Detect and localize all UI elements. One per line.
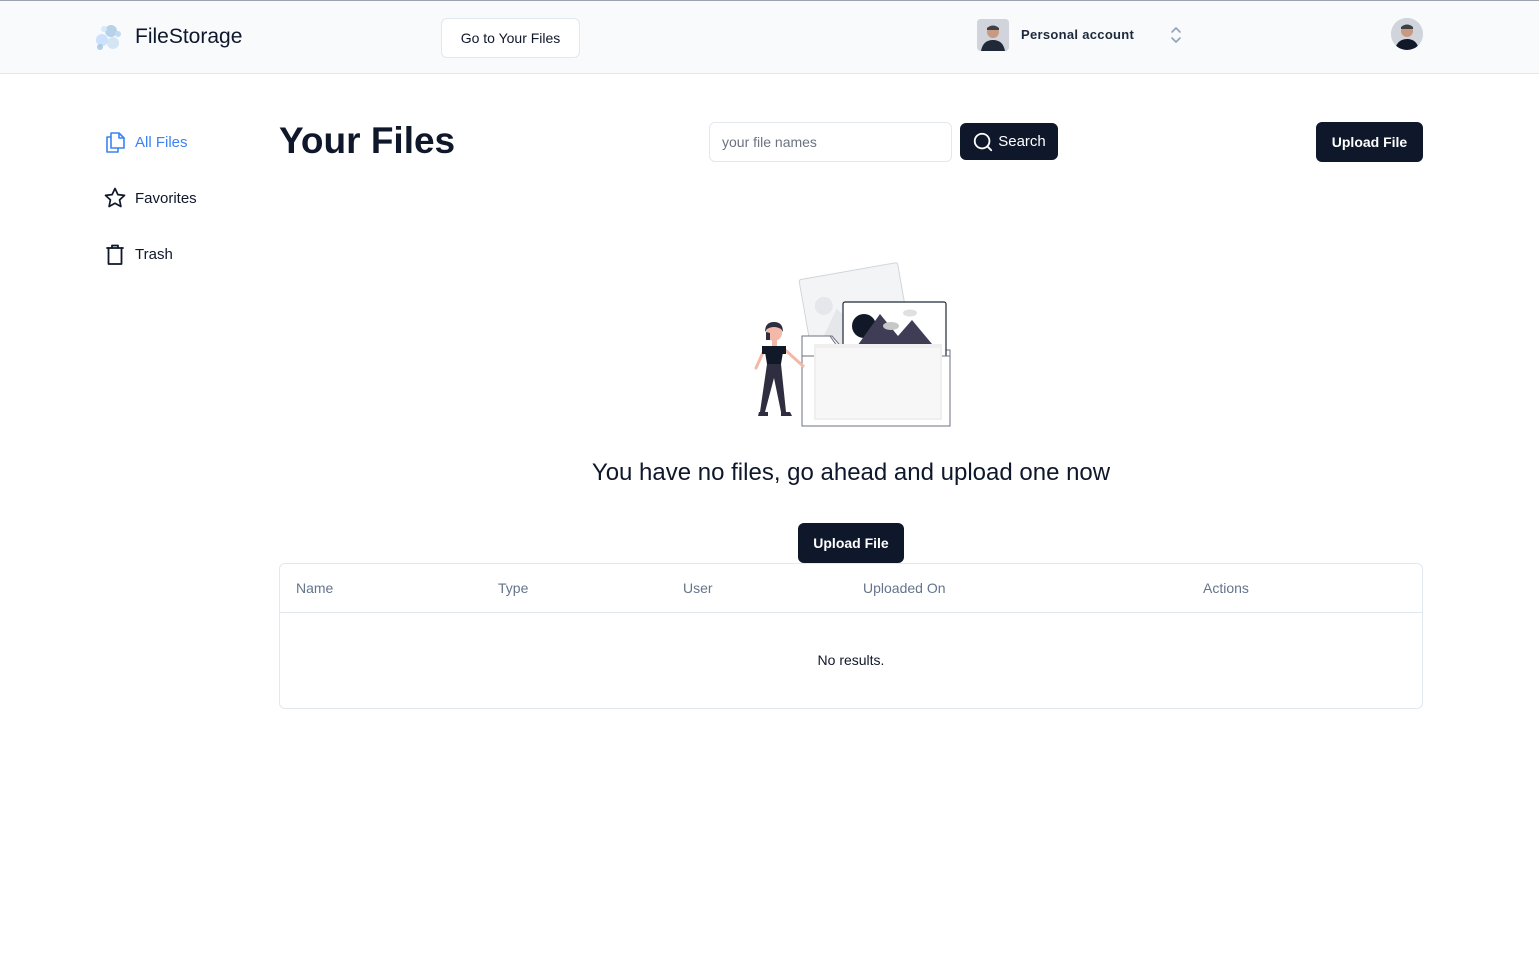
logo-icon — [96, 25, 121, 50]
account-label: Personal account — [1021, 27, 1135, 42]
search-button[interactable]: Search — [960, 123, 1058, 160]
sidebar-item-trash[interactable]: Trash — [103, 241, 173, 267]
sidebar-item-favorites[interactable]: Favorites — [103, 185, 197, 211]
column-header-type[interactable]: Type — [498, 580, 528, 596]
sidebar-item-all-files[interactable]: All Files — [103, 129, 188, 155]
sidebar-item-label: Trash — [135, 245, 173, 263]
column-header-name[interactable]: Name — [296, 580, 333, 596]
files-table: Name Type User Uploaded On Actions No re… — [279, 563, 1423, 709]
files-icon — [106, 132, 125, 153]
brand-name[interactable]: FileStorage — [135, 25, 242, 49]
empty-files-illustration — [754, 262, 951, 427]
column-header-actions: Actions — [1203, 580, 1249, 596]
star-icon — [104, 187, 126, 208]
account-switcher[interactable]: Personal account — [977, 18, 1189, 51]
column-header-uploaded-on[interactable]: Uploaded On — [863, 580, 946, 596]
top-header: FileStorage Go to Your Files Personal ac… — [0, 0, 1539, 74]
search-input[interactable] — [709, 122, 952, 162]
user-avatar[interactable] — [1391, 18, 1423, 50]
column-header-user[interactable]: User — [683, 580, 713, 596]
upload-file-button-empty[interactable]: Upload File — [798, 523, 904, 563]
sidebar-item-label: Favorites — [135, 189, 197, 207]
no-results-text: No results. — [817, 652, 885, 668]
search-button-label: Search — [998, 133, 1046, 150]
trash-icon — [106, 244, 124, 265]
empty-state-message: You have no files, go ahead and upload o… — [591, 459, 1111, 486]
sidebar-item-label: All Files — [135, 133, 188, 151]
search-icon — [974, 132, 993, 151]
chevron-up-down-icon — [1171, 27, 1181, 43]
go-to-files-button[interactable]: Go to Your Files — [441, 18, 580, 58]
upload-file-button[interactable]: Upload File — [1316, 122, 1423, 162]
account-avatar — [977, 18, 1009, 51]
page-title: Your Files — [279, 120, 456, 161]
table-header: Name Type User Uploaded On Actions — [280, 564, 1422, 613]
